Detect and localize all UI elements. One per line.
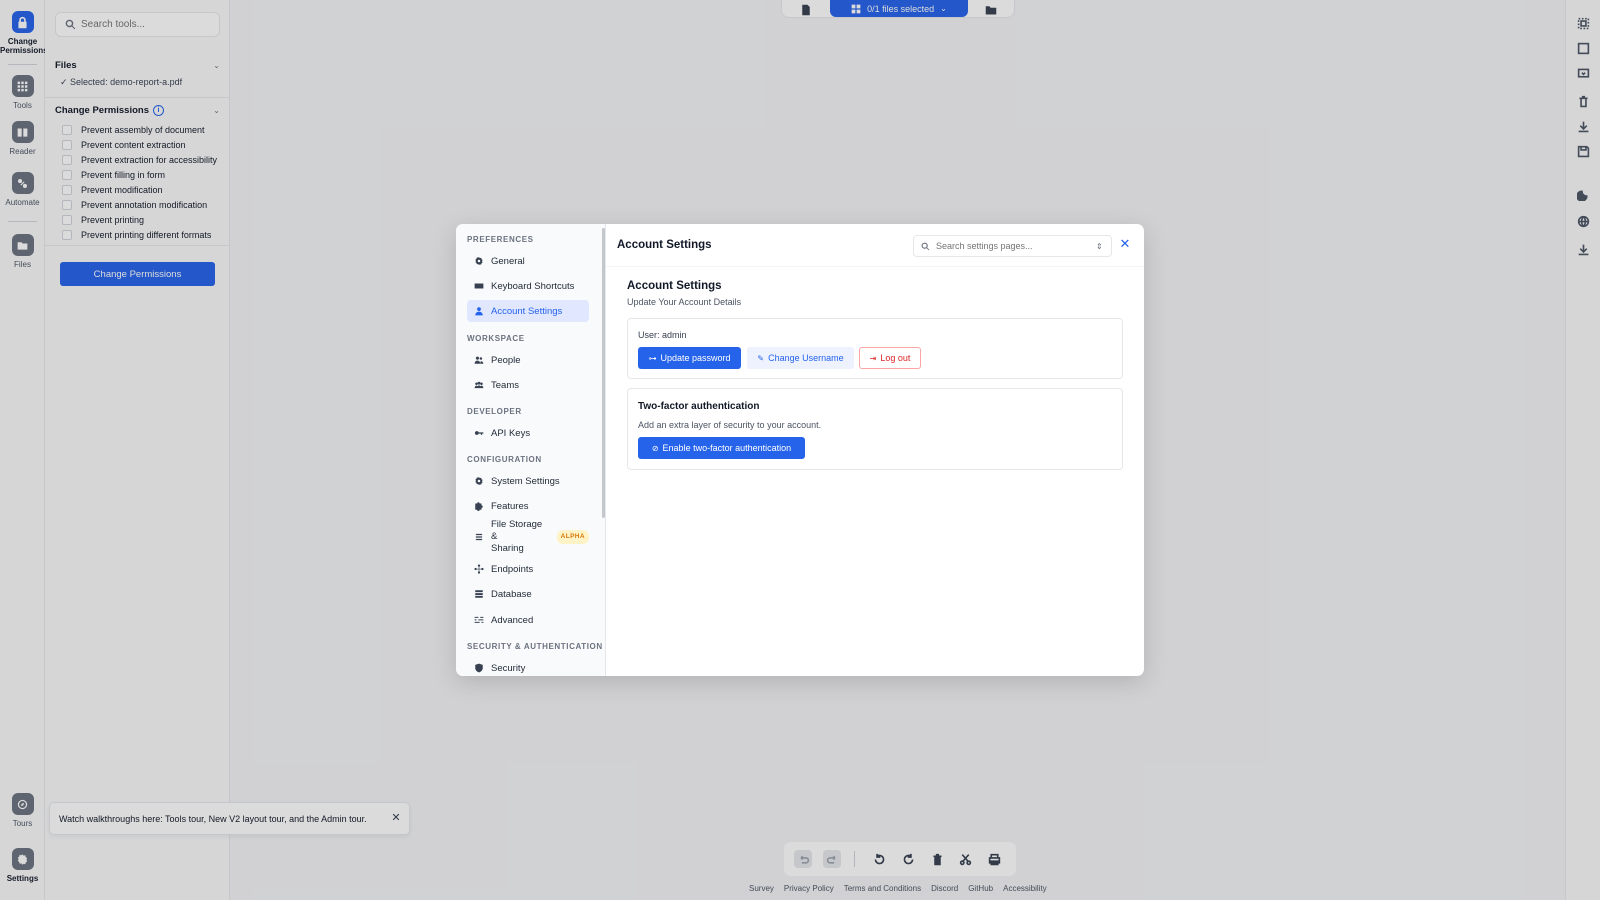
settings-modal: PREFERENCES General Keyboard Shortcuts A… [456,224,1144,676]
database-icon [475,590,483,598]
button-label: Change Username [768,353,844,363]
shield-icon [475,663,483,673]
puzzle-icon [475,502,483,511]
log-out-button[interactable]: ⇥ Log out [859,347,921,369]
user-label: User: admin [638,330,687,340]
nav-label: API Keys [491,427,531,439]
button-label: Enable two-factor authentication [662,443,792,453]
nav-item-system-settings[interactable]: System Settings [467,470,589,492]
check-circle-icon: ⊘ [651,443,659,453]
modal-title: Account Settings [617,239,712,251]
account-card: User: admin ⊶ Update password ✎ Change U… [627,318,1123,379]
pencil-icon: ✎ [757,353,765,363]
section-subtitle: Update Your Account Details [627,297,742,307]
button-label: Log out [880,353,911,363]
nav-label: General [491,255,525,267]
nav-label: Account Settings [491,305,563,317]
gear-icon [475,256,483,266]
nav-label: Keyboard Shortcuts [491,280,575,292]
nav-item-file-storage[interactable]: File Storage & Sharing ALPHA [467,519,589,555]
update-password-button[interactable]: ⊶ Update password [638,347,741,369]
nav-item-keyboard-shortcuts[interactable]: Keyboard Shortcuts [467,275,589,297]
nav-item-teams[interactable]: Teams [467,374,589,396]
two-factor-card: Two-factor authentication Add an extra l… [627,388,1123,470]
button-label: Update password [660,353,731,363]
close-icon[interactable]: ✕ [1117,237,1133,253]
nav-label: Advanced [491,614,534,626]
user-icon [475,307,483,316]
nav-item-endpoints[interactable]: Endpoints [467,558,589,580]
enable-2fa-button[interactable]: ⊘ Enable two-factor authentication [638,437,805,459]
settings-nav: PREFERENCES General Keyboard Shortcuts A… [456,224,606,676]
nav-item-features[interactable]: Features [467,495,589,517]
nav-item-account-settings[interactable]: Account Settings [467,300,589,322]
nav-label-line: File Storage & [491,519,543,542]
gear-icon [475,476,483,486]
search-icon [921,242,930,250]
nav-item-advanced[interactable]: Advanced [467,609,589,631]
keyboard-icon [474,283,484,289]
tfa-subtitle: Add an extra layer of security to your a… [638,420,822,430]
alpha-badge: ALPHA [556,530,589,544]
nav-label-line: Sharing [491,543,524,554]
teams-icon [474,381,484,389]
nav-label: Teams [491,379,519,391]
nav-scrollbar[interactable] [602,228,605,518]
sliders-icon [474,616,484,623]
nav-label: System Settings [491,475,560,487]
key-icon: ⊶ [648,353,657,363]
nav-label: Endpoints [491,563,534,575]
nav-label: Features [491,500,529,512]
nav-group-configuration: CONFIGURATION [467,455,542,464]
settings-search[interactable]: ⇕ [913,235,1112,257]
endpoints-icon [474,564,484,574]
settings-search-input[interactable] [936,241,1096,251]
nav-label: File Storage & Sharing [491,519,549,555]
nav-item-security[interactable]: Security [467,657,589,676]
logout-icon: ⇥ [869,353,877,363]
nav-item-people[interactable]: People [467,349,589,371]
modal-header: Account Settings ⇕ ✕ [606,224,1144,267]
nav-item-database[interactable]: Database [467,583,589,605]
section-title: Account Settings [627,280,722,292]
nav-item-general[interactable]: General [467,250,589,272]
nav-label: People [491,354,521,366]
nav-label: Security [491,662,526,674]
nav-group-developer: DEVELOPER [467,407,522,416]
change-username-button[interactable]: ✎ Change Username [747,347,854,369]
nav-group-preferences: PREFERENCES [467,235,534,244]
storage-icon [475,533,483,541]
nav-item-api-keys[interactable]: API Keys [467,422,589,444]
nav-group-security-auth: SECURITY & AUTHENTICATION [467,642,603,651]
nav-label: Database [491,588,532,600]
people-icon [474,356,484,364]
tfa-title: Two-factor authentication [638,401,760,412]
key-icon [474,431,484,435]
nav-group-workspace: WORKSPACE [467,334,525,343]
updown-icon: ⇕ [1096,241,1103,251]
